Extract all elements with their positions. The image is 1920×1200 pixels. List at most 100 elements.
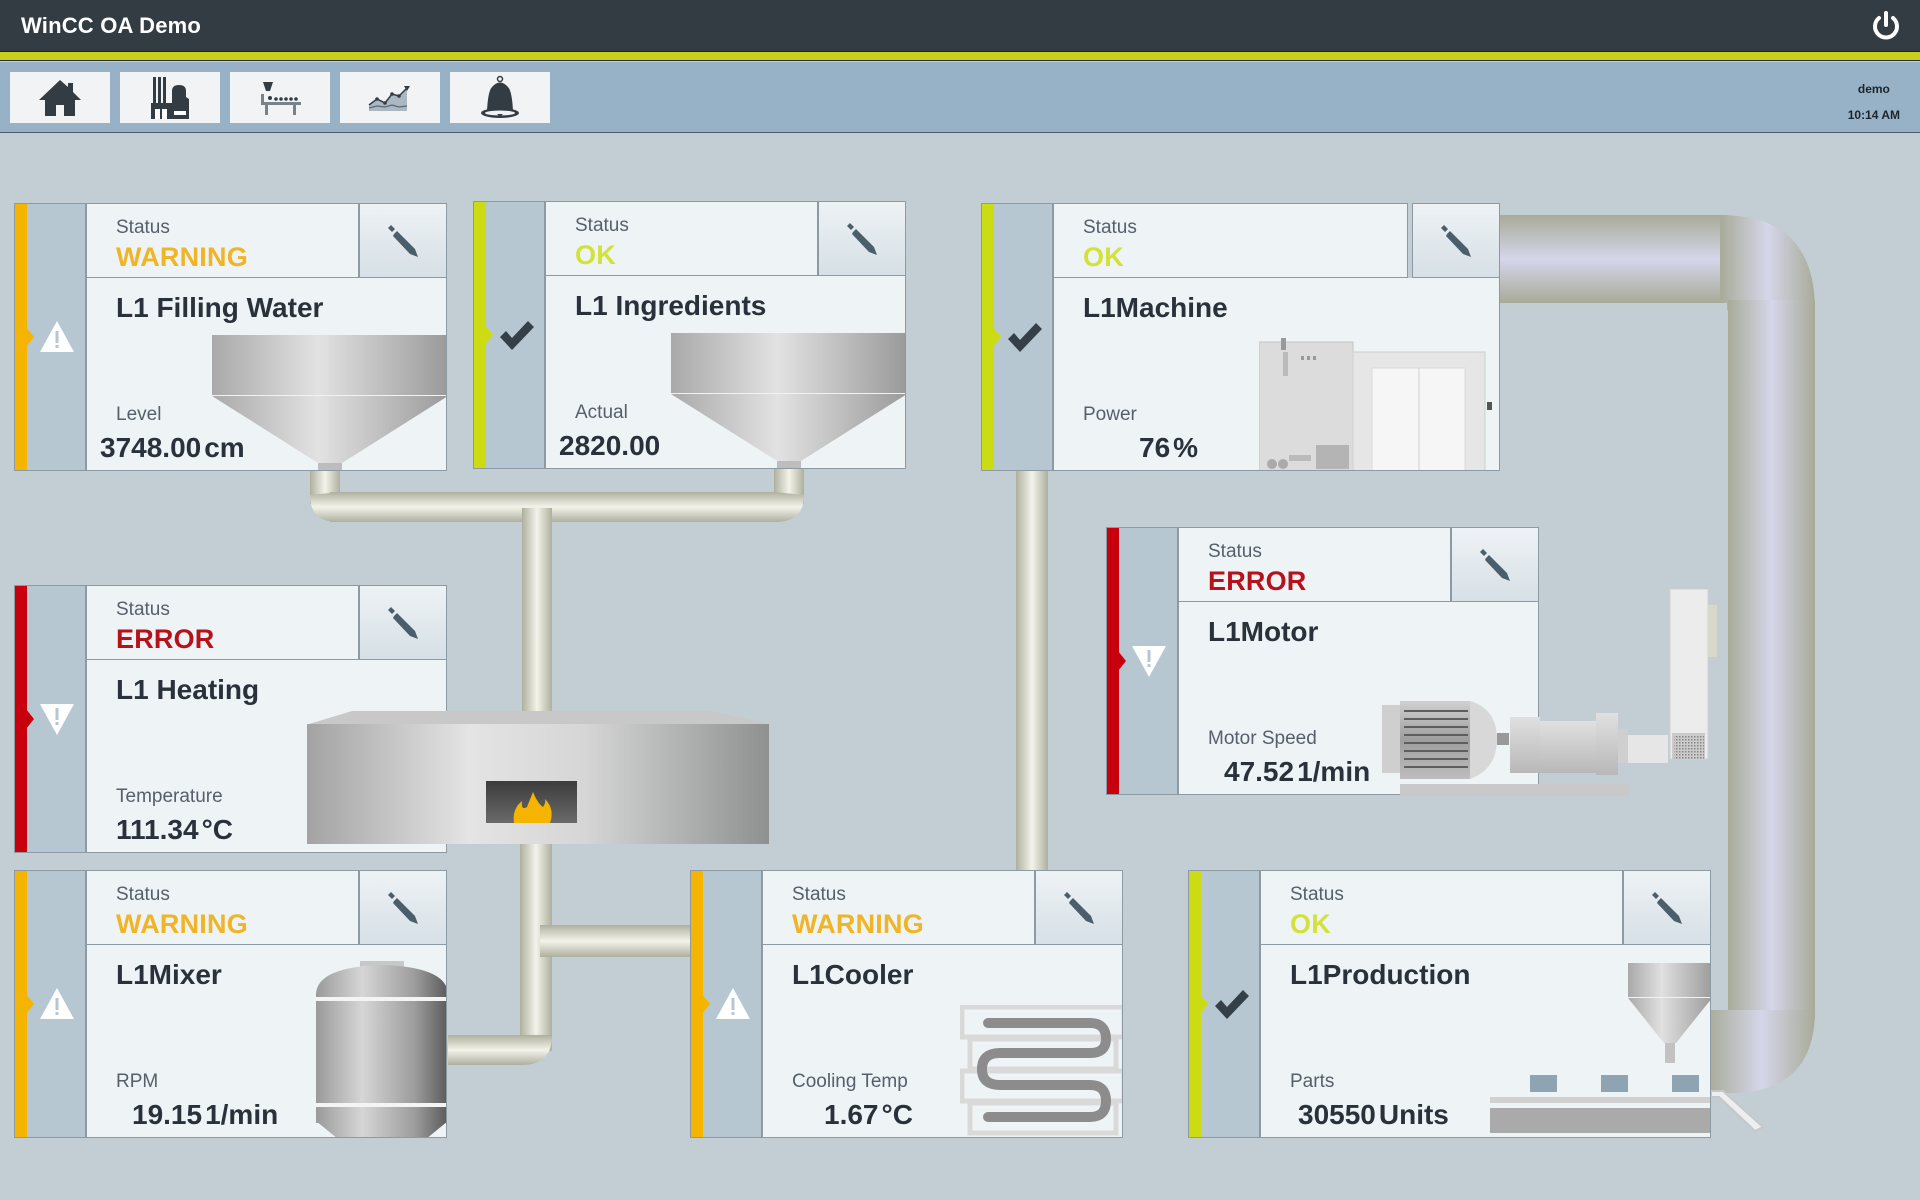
edit-button[interactable]: [1412, 203, 1500, 278]
warning-triangle-icon: [40, 321, 74, 352]
conveyor-chute: [1711, 1090, 1765, 1133]
value: 76: [1139, 432, 1171, 463]
value-readout: 1.67 °C: [824, 1099, 913, 1131]
status-label: Status: [1083, 217, 1137, 238]
status-value: ERROR: [116, 624, 215, 654]
app-title: WinCC OA Demo: [21, 13, 202, 38]
unit: %: [1173, 432, 1199, 463]
value-label: Power: [1083, 404, 1137, 425]
nav-production-line-button[interactable]: [230, 72, 330, 123]
nav-plant-button[interactable]: [120, 72, 220, 123]
accent-stripe: [0, 52, 1920, 61]
status-header: Status WARNING: [86, 203, 359, 278]
card-cooler: Status WARNING L1Cooler Cooling Temp 1.6…: [690, 870, 1123, 1138]
value-readout: 19.15 1/min: [132, 1099, 278, 1131]
edit-button[interactable]: [359, 870, 447, 945]
status-header: Status ERROR: [86, 585, 359, 660]
trend-chart-icon: [368, 85, 410, 111]
nav-bar: demo 10:14 AM: [0, 62, 1920, 133]
value-readout: 47.52 1/min: [1224, 756, 1370, 788]
edit-button[interactable]: [1035, 870, 1123, 945]
user-name: demo: [1857, 82, 1890, 96]
pipe-machine-to-cooler: [1016, 470, 1048, 872]
card-body: L1 Filling Water Level 3748.00 cm: [86, 278, 447, 471]
factory-icon: [151, 76, 189, 119]
heater-illustration: [307, 711, 769, 844]
pencil-icon: [388, 224, 418, 257]
status-value: OK: [1290, 909, 1331, 939]
status-label: Status: [1208, 541, 1262, 562]
title-bar: WinCC OA Demo: [0, 0, 1920, 52]
value-readout: 2820.00: [559, 430, 663, 462]
value-label: Motor Speed: [1208, 728, 1317, 749]
pencil-icon: [1441, 224, 1471, 257]
value-readout: 111.34 °C: [116, 814, 233, 846]
device-name: L1Machine: [1083, 292, 1228, 323]
edit-button[interactable]: [359, 585, 447, 660]
value: 47.52: [1224, 756, 1295, 787]
edit-button[interactable]: [1623, 870, 1711, 945]
status-indicator: [14, 585, 86, 853]
session-info: demo 10:14 AM: [1848, 76, 1900, 128]
status-value: OK: [575, 240, 616, 270]
nav-alarms-button[interactable]: [450, 72, 550, 123]
value-label: Actual: [575, 402, 628, 423]
status-header: Status OK: [1053, 203, 1408, 278]
warning-triangle-icon: [716, 988, 750, 1019]
unit: 1/min: [205, 1099, 279, 1130]
status-header: Status OK: [1260, 870, 1623, 945]
production-line-illustration: [1490, 963, 1710, 1133]
status-value: WARNING: [116, 242, 248, 272]
power-icon: [1873, 11, 1899, 40]
hopper-illustration: [212, 335, 446, 470]
pipe-heater-to-mixer-cooler: [448, 843, 692, 1065]
value: 3748.00: [100, 432, 202, 463]
edit-button[interactable]: [818, 201, 906, 276]
nav-home-button[interactable]: [10, 72, 110, 123]
value-label: Parts: [1290, 1071, 1335, 1092]
card-body: L1Production Parts 30550 Units: [1260, 945, 1711, 1138]
checkmark-icon: [1008, 323, 1042, 352]
device-name: L1 Heating: [116, 674, 260, 705]
unit: °C: [881, 1099, 913, 1130]
status-indicator: [981, 203, 1053, 471]
home-icon: [39, 79, 81, 116]
motor-illustration: [1382, 589, 1717, 796]
power-button[interactable]: [1870, 10, 1902, 42]
pencil-icon: [388, 891, 418, 924]
value: 19.15: [132, 1099, 203, 1130]
device-name: L1Mixer: [116, 959, 222, 990]
nav-trends-button[interactable]: [340, 72, 440, 123]
status-indicator: [1106, 527, 1178, 795]
status-indicator: [1188, 870, 1260, 1138]
edit-button[interactable]: [359, 203, 447, 278]
status-header: Status OK: [545, 201, 818, 276]
status-label: Status: [116, 599, 170, 620]
status-indicator: [14, 870, 86, 1138]
pencil-icon: [388, 606, 418, 639]
card-production: Status OK L1Production Parts 30550 Units: [1188, 870, 1711, 1138]
conveyor-icon: [261, 81, 301, 115]
error-triangle-icon: [1132, 646, 1166, 677]
pencil-icon: [847, 222, 877, 255]
card-body: L1Machine Power 76%: [1053, 278, 1500, 471]
status-value: OK: [1083, 242, 1124, 272]
card-filling-water: Status WARNING L1 Filling Water Level 37…: [14, 203, 447, 471]
clock: 10:14 AM: [1847, 108, 1900, 122]
pencil-icon: [1652, 891, 1682, 924]
card-mixer: Status WARNING L1Mixer RPM 19.15 1/min: [14, 870, 447, 1138]
value: 111.34: [116, 814, 199, 845]
value-label: Temperature: [116, 786, 223, 807]
status-value: WARNING: [116, 909, 248, 939]
status-value: WARNING: [792, 909, 924, 939]
cooling-coil-illustration: [960, 1005, 1122, 1136]
card-body: L1Cooler Cooling Temp 1.67 °C: [762, 945, 1123, 1138]
unit: 1/min: [1297, 756, 1371, 787]
checkmark-icon: [500, 321, 534, 350]
device-name: L1Cooler: [792, 959, 914, 990]
status-label: Status: [116, 884, 170, 905]
card-ingredients: Status OK L1 Ingredients Actual 2820.00: [473, 201, 906, 469]
unit: cm: [204, 432, 245, 463]
unit: °C: [201, 814, 233, 845]
value-label: RPM: [116, 1071, 159, 1092]
